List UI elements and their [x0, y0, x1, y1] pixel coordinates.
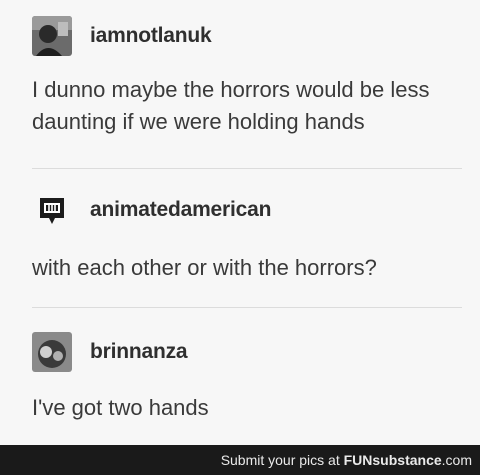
watermark-suffix: .com	[441, 452, 472, 468]
watermark-text: Submit your pics at FUNsubstance.com	[221, 452, 472, 468]
post-text-line: daunting if we were holding hands	[32, 109, 365, 134]
post-text: I've got two hands	[32, 392, 462, 424]
username[interactable]: iamnotlanuk	[90, 24, 212, 48]
post-text-line: I've got two hands	[32, 395, 209, 420]
speech-bubble-logo-icon	[32, 190, 72, 230]
avatar[interactable]	[32, 190, 72, 230]
post-text: with each other or with the horrors?	[32, 252, 462, 284]
watermark-prefix: Submit your pics at	[220, 452, 344, 468]
post-text-line: with each other or with the horrors?	[32, 255, 377, 280]
divider	[32, 307, 462, 308]
user-avatar-photo-icon	[32, 16, 72, 56]
user-avatar-photo-icon	[32, 332, 72, 372]
watermark-brand: FUNsubstance	[343, 452, 442, 468]
avatar[interactable]	[32, 16, 72, 56]
divider	[32, 168, 462, 169]
username[interactable]: animatedamerican	[90, 198, 271, 222]
post-header: brinnanza	[32, 332, 188, 372]
post-text-line: I dunno maybe the horrors would be less	[32, 77, 430, 102]
username[interactable]: brinnanza	[90, 340, 188, 364]
watermark-footer: Submit your pics at FUNsubstance.com	[0, 445, 480, 475]
post-text: I dunno maybe the horrors would be less …	[32, 74, 462, 138]
post-header: animatedamerican	[32, 190, 271, 230]
avatar[interactable]	[32, 332, 72, 372]
post-header: iamnotlanuk	[32, 16, 212, 56]
